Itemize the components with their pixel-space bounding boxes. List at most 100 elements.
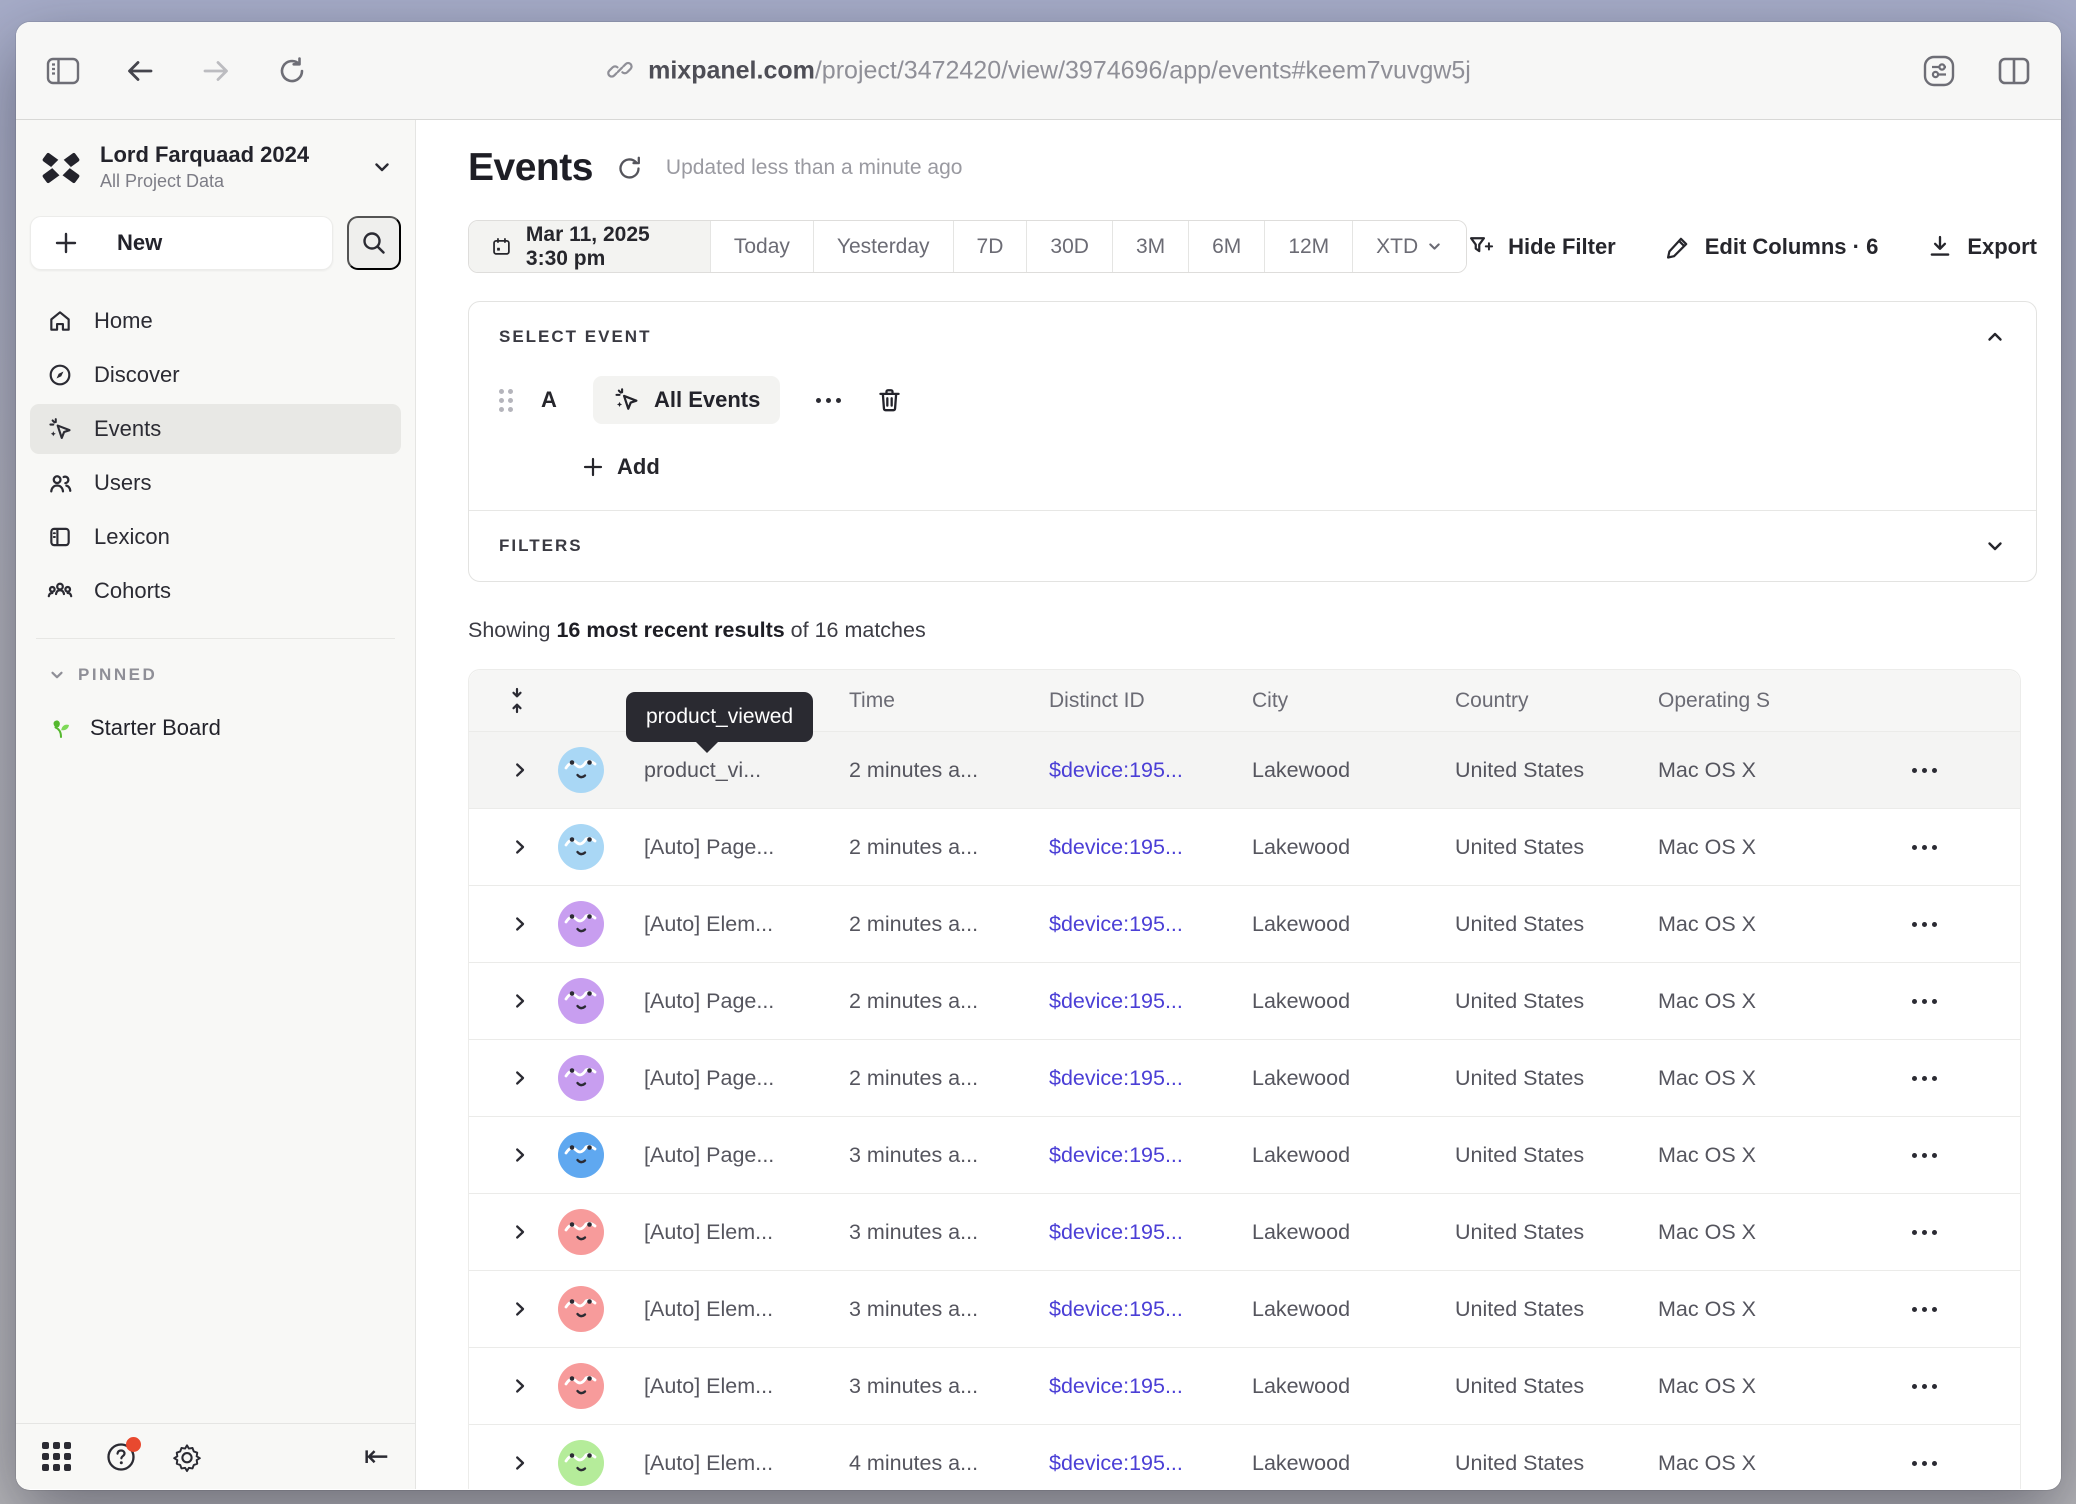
distinct-id-link[interactable]: $device:195... <box>1049 912 1252 937</box>
sidebar-item-lexicon[interactable]: Lexicon <box>30 512 401 562</box>
page-title: Events <box>468 146 593 190</box>
split-view-icon[interactable] <box>1997 56 2031 86</box>
search-button[interactable] <box>347 216 401 270</box>
range-30d[interactable]: 30D <box>1026 221 1112 272</box>
distinct-id-link[interactable]: $device:195... <box>1049 1297 1252 1322</box>
row-actions-button[interactable] <box>1902 1451 1947 1476</box>
distinct-id-link[interactable]: $device:195... <box>1049 989 1252 1014</box>
page-settings-icon[interactable] <box>1921 53 1957 89</box>
row-expand-chevron[interactable] <box>469 1454 558 1472</box>
sidebar-item-users[interactable]: Users <box>30 458 401 508</box>
range-today[interactable]: Today <box>710 221 813 272</box>
cursor-sparkle-icon <box>613 386 641 414</box>
distinct-id-link[interactable]: $device:195... <box>1049 1143 1252 1168</box>
range-7d[interactable]: 7D <box>953 221 1027 272</box>
row-expand-chevron[interactable] <box>469 1146 558 1164</box>
table-row[interactable]: [Auto] Page... 2 minutes a... $device:19… <box>469 808 2020 885</box>
row-expand-chevron[interactable] <box>469 992 558 1010</box>
distinct-id-link[interactable]: $device:195... <box>1049 1374 1252 1399</box>
os-cell: Mac OS X <box>1658 912 1884 937</box>
event-selector-chip[interactable]: All Events <box>593 376 780 424</box>
row-expand-chevron[interactable] <box>469 1069 558 1087</box>
row-expand-chevron[interactable] <box>469 1300 558 1318</box>
collapse-all-rows-icon[interactable] <box>469 687 558 714</box>
range-12m[interactable]: 12M <box>1264 221 1352 272</box>
event-name-cell: [Auto] Elem... <box>644 1451 849 1476</box>
sidebar-item-discover[interactable]: Discover <box>30 350 401 400</box>
drag-handle[interactable] <box>499 389 513 412</box>
table-row[interactable]: [Auto] Elem... 4 minutes a... $device:19… <box>469 1424 2020 1489</box>
address-bar[interactable]: mixpanel.com/project/3472420/view/397469… <box>606 56 1471 85</box>
distinct-id-link[interactable]: $device:195... <box>1049 1451 1252 1476</box>
table-row[interactable]: [Auto] Elem... 3 minutes a... $device:19… <box>469 1347 2020 1424</box>
column-header-time[interactable]: Time <box>849 689 1049 713</box>
range-xtd[interactable]: XTD <box>1352 221 1466 272</box>
help-button[interactable] <box>105 1441 137 1473</box>
distinct-id-link[interactable]: $device:195... <box>1049 835 1252 860</box>
row-actions-button[interactable] <box>1902 758 1947 783</box>
table-row[interactable]: [Auto] Elem... 3 minutes a... $device:19… <box>469 1193 2020 1270</box>
row-actions-button[interactable] <box>1902 1066 1947 1091</box>
event-avatar <box>558 1055 604 1101</box>
row-actions-button[interactable] <box>1902 1220 1947 1245</box>
table-row[interactable]: [Auto] Elem... 2 minutes a... $device:19… <box>469 885 2020 962</box>
row-expand-chevron[interactable] <box>469 1223 558 1241</box>
collapse-sidebar-icon[interactable]: ⇤ <box>364 1439 389 1474</box>
city-cell: Lakewood <box>1252 1451 1455 1476</box>
table-row[interactable]: [Auto] Page... 2 minutes a... $device:19… <box>469 1039 2020 1116</box>
distinct-id-link[interactable]: $device:195... <box>1049 1220 1252 1245</box>
add-event-button[interactable]: Add <box>581 454 2006 480</box>
sidebar-item-starter-board[interactable]: Starter Board <box>48 715 401 741</box>
row-actions-button[interactable] <box>1902 912 1947 937</box>
column-header-city[interactable]: City <box>1252 689 1455 713</box>
row-actions-button[interactable] <box>1902 835 1947 860</box>
table-row[interactable]: [Auto] Elem... 3 minutes a... $device:19… <box>469 1270 2020 1347</box>
country-cell: United States <box>1455 758 1658 783</box>
row-expand-chevron[interactable] <box>469 761 558 779</box>
back-button[interactable] <box>124 57 156 85</box>
edit-columns-button[interactable]: Edit Columns · 6 <box>1664 233 1879 261</box>
row-actions-button[interactable] <box>1902 1297 1947 1322</box>
row-expand-chevron[interactable] <box>469 838 558 856</box>
range-3m[interactable]: 3M <box>1112 221 1188 272</box>
forward-button[interactable] <box>200 57 232 85</box>
range-yesterday[interactable]: Yesterday <box>813 221 953 272</box>
row-actions-button[interactable] <box>1902 1143 1947 1168</box>
sidebar-item-events[interactable]: Events <box>30 404 401 454</box>
column-header-country[interactable]: Country <box>1455 689 1658 713</box>
column-header-operating-system[interactable]: Operating S <box>1658 689 1884 713</box>
avatar-face <box>558 1286 604 1332</box>
settings-button[interactable] <box>171 1441 203 1473</box>
delete-event-button[interactable] <box>875 386 904 415</box>
hide-filter-button[interactable]: Hide Filter <box>1467 233 1616 261</box>
table-row[interactable]: [Auto] Page... 3 minutes a... $device:19… <box>469 1116 2020 1193</box>
date-picker-button[interactable]: Mar 11, 2025 3:30 pm <box>469 221 710 272</box>
pinned-section-toggle[interactable]: PINNED <box>48 665 401 685</box>
event-options-button[interactable] <box>816 398 841 403</box>
row-actions-button[interactable] <box>1902 989 1947 1014</box>
export-button[interactable]: Export <box>1926 233 2037 261</box>
chevron-down-icon <box>371 156 393 178</box>
row-expand-chevron[interactable] <box>469 915 558 933</box>
apps-grid-icon[interactable] <box>42 1442 71 1471</box>
expand-section-chevron-down[interactable] <box>1984 535 2006 557</box>
reload-button[interactable] <box>276 55 308 87</box>
collapse-section-chevron-up[interactable] <box>1984 326 2006 348</box>
row-actions-button[interactable] <box>1902 1374 1947 1399</box>
sidebar-footer: ⇤ <box>16 1423 415 1489</box>
city-cell: Lakewood <box>1252 835 1455 860</box>
range-6m[interactable]: 6M <box>1188 221 1264 272</box>
seedling-icon <box>48 715 74 741</box>
row-expand-chevron[interactable] <box>469 1377 558 1395</box>
distinct-id-link[interactable]: $device:195... <box>1049 758 1252 783</box>
refresh-icon[interactable] <box>615 154 644 183</box>
column-header-distinct-id[interactable]: Distinct ID <box>1049 689 1252 713</box>
project-switcher[interactable]: Lord Farquaad 2024 All Project Data <box>30 134 401 198</box>
sidebar-toggle-icon[interactable] <box>46 56 80 86</box>
events-table: product_viewed Time Distinct ID City Cou… <box>468 669 2021 1489</box>
sidebar-item-home[interactable]: Home <box>30 296 401 346</box>
new-button[interactable]: New <box>30 216 333 270</box>
distinct-id-link[interactable]: $device:195... <box>1049 1066 1252 1091</box>
table-row[interactable]: [Auto] Page... 2 minutes a... $device:19… <box>469 962 2020 1039</box>
sidebar-item-cohorts[interactable]: Cohorts <box>30 566 401 616</box>
